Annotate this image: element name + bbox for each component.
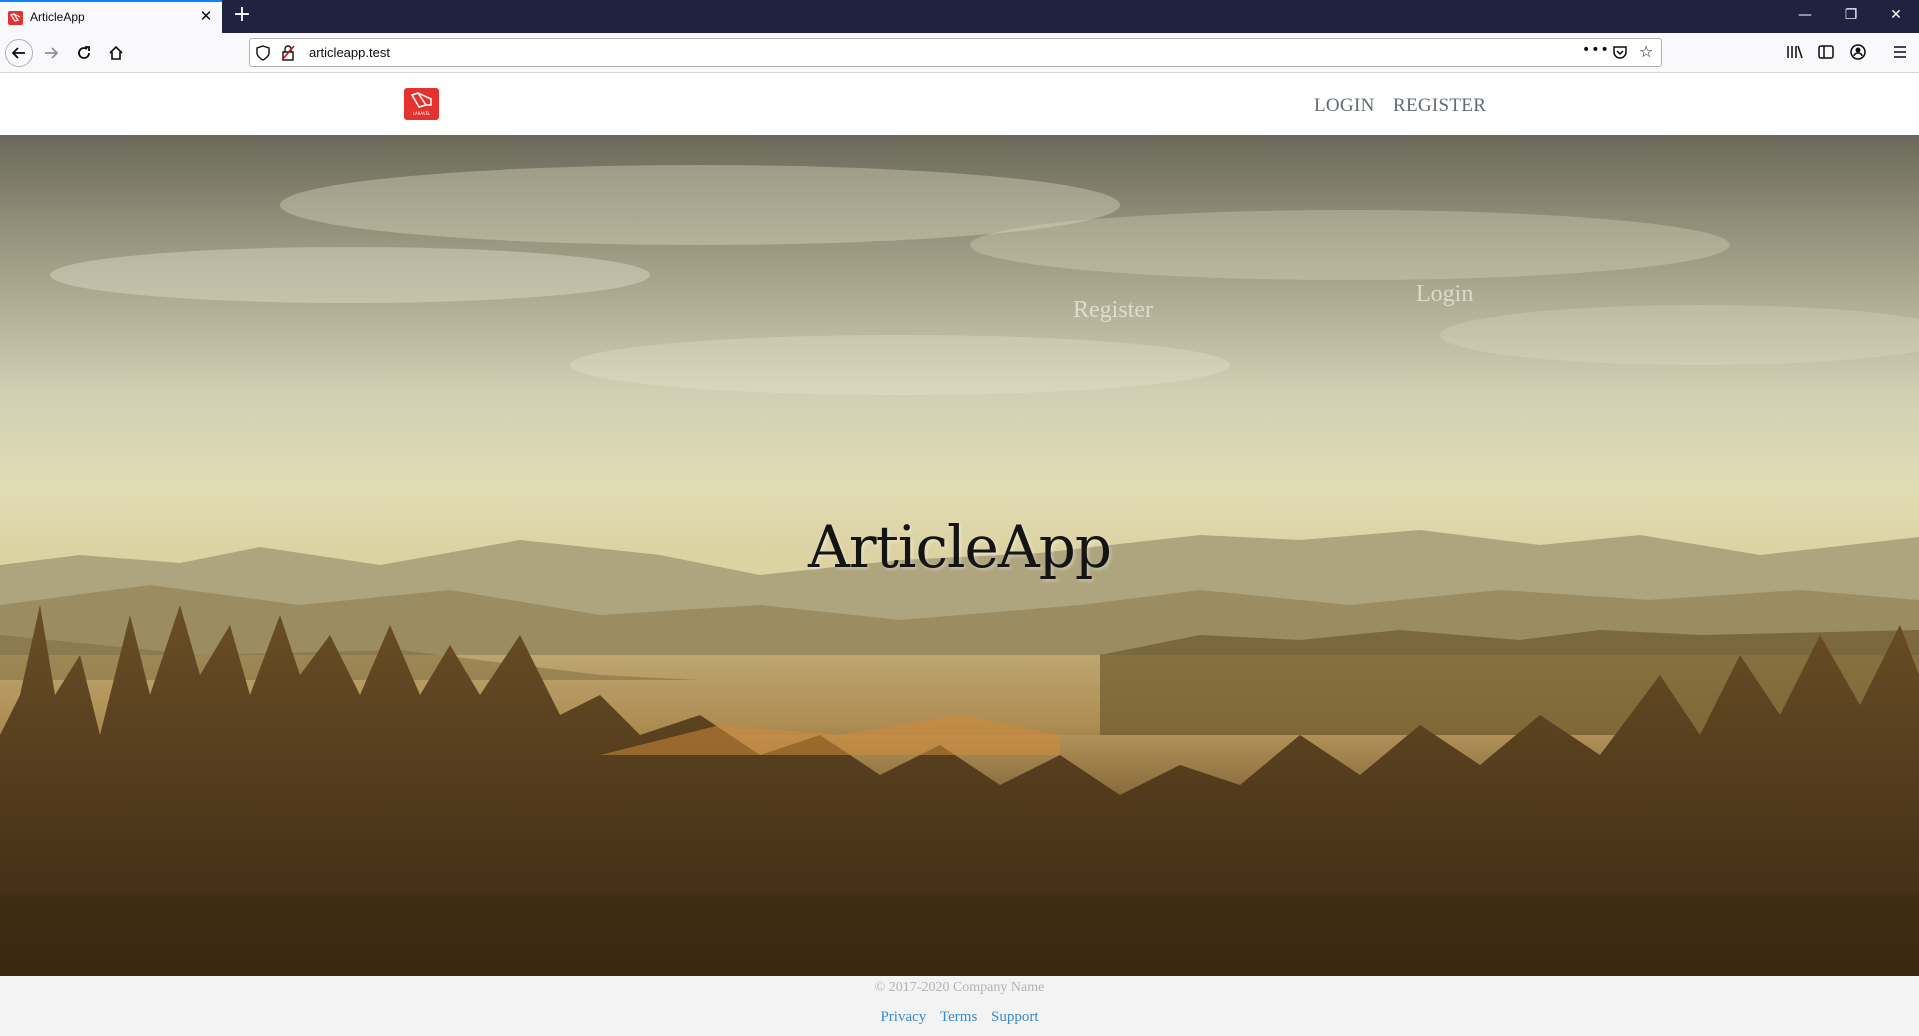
forward-icon <box>45 47 59 59</box>
account-icon[interactable] <box>1850 44 1866 60</box>
browser-tab[interactable]: ArticleApp ✕ <box>0 0 222 33</box>
browser-tab-bar: ArticleApp ✕ + — ❐ ✕ <box>0 0 1919 33</box>
reload-button[interactable] <box>70 39 98 67</box>
sidebar-icon[interactable] <box>1818 44 1834 60</box>
home-button[interactable] <box>102 39 130 67</box>
bookmark-star-icon[interactable]: ☆ <box>1639 43 1653 61</box>
laravel-logo-icon: LARAVEL <box>410 92 432 116</box>
home-icon <box>109 45 123 60</box>
window-close-button[interactable]: ✕ <box>1873 0 1919 33</box>
back-button[interactable] <box>5 39 33 67</box>
laravel-logo[interactable]: LARAVEL <box>404 88 439 120</box>
forward-button[interactable] <box>37 39 65 67</box>
tab-title: ArticleApp <box>30 10 85 24</box>
site-footer: © 2017-2020 Company Name Privacy Terms S… <box>0 976 1919 1036</box>
header-login-link[interactable]: LOGIN <box>1314 95 1375 117</box>
hero-title: ArticleApp <box>808 513 1112 581</box>
library-icon[interactable] <box>1786 44 1804 60</box>
footer-links: Privacy Terms Support <box>0 1009 1919 1026</box>
footer-terms-link[interactable]: Terms <box>940 1009 977 1025</box>
back-icon <box>11 47 25 59</box>
hero-login-link[interactable]: Login <box>1416 281 1473 308</box>
url-bar[interactable]: articleapp.test ••• ☆ <box>249 38 1662 67</box>
page-actions-icon[interactable]: ••• <box>1582 42 1610 58</box>
window-maximize-button[interactable]: ❐ <box>1828 0 1874 33</box>
hero-section: Register Login ArticleApp <box>0 135 1919 976</box>
pocket-icon[interactable] <box>1612 45 1628 60</box>
logo-text: LARAVEL <box>413 111 431 116</box>
footer-support-link[interactable]: Support <box>991 1009 1039 1025</box>
shield-icon[interactable] <box>256 45 270 61</box>
copyright-text: © 2017-2020 Company Name <box>874 980 1045 995</box>
url-text[interactable]: articleapp.test <box>309 45 390 60</box>
insecure-lock-icon[interactable] <box>281 45 295 61</box>
header-register-link[interactable]: REGISTER <box>1393 95 1486 117</box>
site-header: LARAVEL LOGIN REGISTER <box>0 73 1919 135</box>
menu-icon[interactable] <box>1892 44 1908 60</box>
laravel-favicon-icon <box>8 11 23 25</box>
hero-register-link[interactable]: Register <box>1073 297 1153 324</box>
window-minimize-button[interactable]: — <box>1782 0 1828 33</box>
new-tab-button[interactable]: + <box>230 4 254 28</box>
footer-privacy-link[interactable]: Privacy <box>880 1009 926 1025</box>
browser-toolbar: articleapp.test ••• ☆ <box>0 33 1919 73</box>
tab-close-icon[interactable]: ✕ <box>198 8 214 24</box>
reload-icon <box>78 46 90 59</box>
